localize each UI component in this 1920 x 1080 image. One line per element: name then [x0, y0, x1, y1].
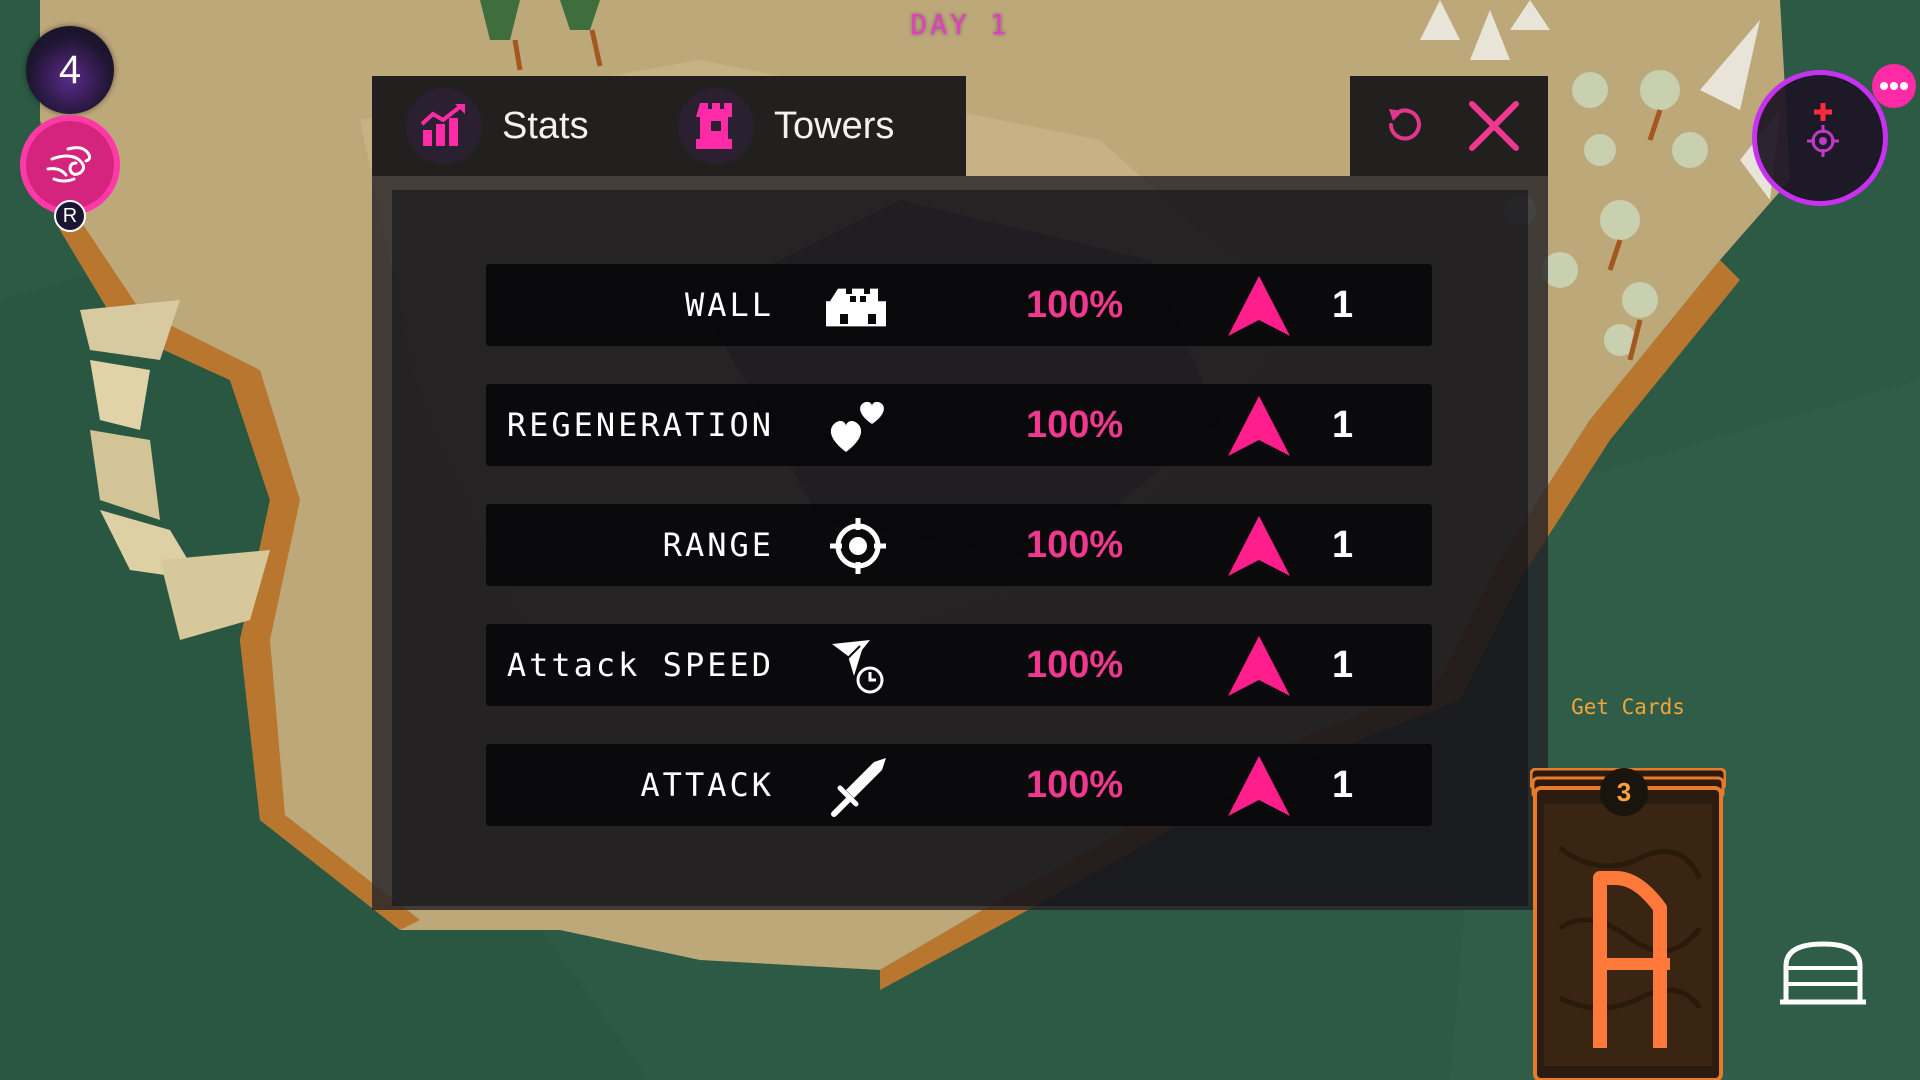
- ability-hotkey-label: R: [62, 204, 78, 227]
- stat-level: 1: [1332, 284, 1354, 326]
- stat-level: 1: [1332, 764, 1354, 806]
- stats-chart-icon: [406, 88, 482, 164]
- upgrade-arrow-icon[interactable]: [1226, 634, 1292, 698]
- stat-value: 100%: [1026, 404, 1124, 446]
- stat-name: RANGE: [662, 526, 774, 564]
- stat-name: ATTACK: [640, 766, 774, 804]
- panel-tab-bar: Stats Towers: [372, 76, 966, 176]
- stat-row-range: RANGE 100% 1: [486, 504, 1432, 586]
- more-menu-button[interactable]: [1872, 64, 1916, 108]
- stat-level: 1: [1332, 524, 1354, 566]
- stat-row-attack: ATTACK 100% 1: [486, 744, 1432, 826]
- tab-towers[interactable]: Towers: [678, 86, 894, 166]
- stat-value: 100%: [1026, 764, 1124, 806]
- stat-value: 100%: [1026, 644, 1124, 686]
- upgrade-arrow-icon[interactable]: [1226, 274, 1292, 338]
- chest-storage-icon[interactable]: [1778, 938, 1868, 1008]
- upgrade-arrow-icon[interactable]: [1226, 514, 1292, 578]
- stat-name: REGENERATION: [506, 406, 774, 444]
- stat-name: Attack SPEED: [506, 646, 774, 684]
- tower-icon: [678, 88, 754, 164]
- reset-icon: [1389, 108, 1421, 141]
- card-deck-button[interactable]: 3: [1530, 768, 1726, 1080]
- wall-icon: [826, 288, 886, 327]
- ability-hotkey-badge: R: [54, 200, 86, 232]
- attack-speed-icon: [832, 640, 884, 694]
- wave-counter: 4: [26, 26, 114, 114]
- stat-level: 1: [1332, 644, 1354, 686]
- more-dots-icon: [1880, 82, 1908, 90]
- stat-row-regeneration: REGENERATION 100% 1: [486, 384, 1432, 466]
- panel-action-bar: [1350, 76, 1548, 176]
- hearts-icon: [830, 401, 884, 452]
- stat-level: 1: [1332, 404, 1354, 446]
- tab-stats[interactable]: Stats: [406, 86, 589, 166]
- reset-button[interactable]: [1372, 94, 1436, 158]
- sword-icon: [831, 758, 886, 817]
- close-button[interactable]: [1462, 94, 1526, 158]
- stat-row-wall: WALL 100% 1: [486, 264, 1432, 346]
- tab-stats-label: Stats: [502, 104, 589, 147]
- day-label: DAY 1: [910, 8, 1010, 41]
- wind-swirl-icon: [46, 146, 92, 183]
- stat-value: 100%: [1026, 524, 1124, 566]
- upgrade-arrow-icon[interactable]: [1226, 754, 1292, 818]
- wave-count: 4: [58, 47, 82, 92]
- target-placement-button[interactable]: [1752, 70, 1888, 206]
- card-count-badge: 3: [1600, 768, 1648, 816]
- upgrade-arrow-icon[interactable]: [1226, 394, 1292, 458]
- tab-towers-label: Towers: [774, 104, 895, 147]
- stat-value: 100%: [1026, 284, 1124, 326]
- close-icon: [1469, 101, 1519, 151]
- stat-name: WALL: [684, 286, 774, 324]
- stat-row-attack-speed: Attack SPEED 100% 1: [486, 624, 1432, 706]
- crosshair-icon: [830, 518, 886, 574]
- card-count: 3: [1616, 776, 1632, 807]
- target-add-icon: [1807, 103, 1839, 157]
- get-cards-label: Get Cards: [1571, 695, 1685, 719]
